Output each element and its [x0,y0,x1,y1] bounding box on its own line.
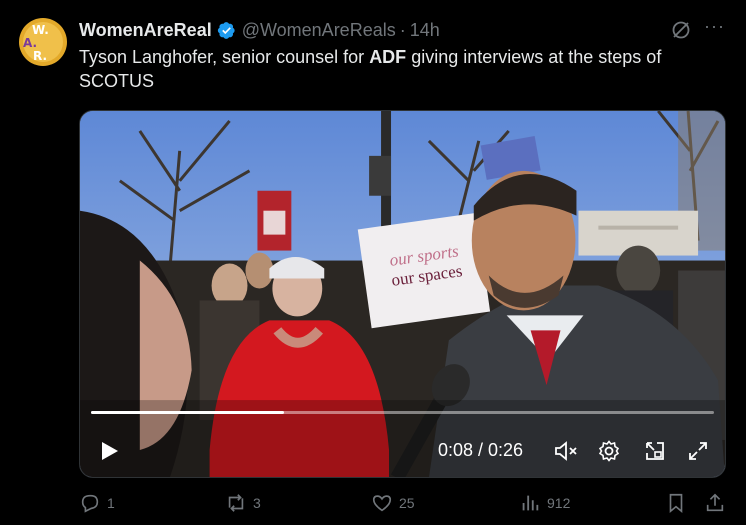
reply-count: 1 [107,495,115,511]
avatar-letter-a: A. [23,36,38,50]
play-icon[interactable] [98,440,120,462]
avatar-letter-r: R. [33,49,48,63]
like-count: 25 [399,495,415,511]
bookmark-icon[interactable] [665,492,687,514]
display-name[interactable]: WomenAreReal [79,20,212,41]
avatar[interactable]: W. A. R. [19,18,67,66]
views-button[interactable]: 912 [519,492,570,514]
separator-dot: · [399,19,406,40]
video-frame [80,111,725,477]
repost-icon [228,494,244,512]
reply-icon [81,494,99,513]
reply-button[interactable]: 1 [79,492,115,514]
verified-badge-icon[interactable] [217,21,236,40]
fullscreen-icon[interactable] [686,439,710,463]
share-icon[interactable] [704,492,726,514]
tweet-header: WomenAreReal @WomenAreReals · 14h [79,19,440,41]
views-chart-icon [522,495,539,511]
avatar-letter-w: W. [32,23,49,37]
tweet-text-part1: Tyson Langhofer, senior counsel for [79,47,370,67]
video-time: 0:08 / 0:26 [438,440,524,460]
picture-in-picture-icon[interactable] [643,439,667,463]
repost-count: 3 [253,495,261,511]
tweet-actions: 1 3 25 912 [79,492,729,522]
more-options-icon[interactable]: ··· [704,16,725,37]
like-button[interactable]: 25 [371,492,415,514]
tweet-text: Tyson Langhofer, senior counsel for ADF … [79,45,719,93]
video-player[interactable]: our sports our spaces 0:08 / 0:26 [79,110,726,478]
tweet-text-bold: ADF [369,47,407,67]
grok-icon[interactable] [671,20,691,40]
timestamp[interactable]: 14h [410,20,440,41]
handle[interactable]: @WomenAreReals [242,20,396,41]
heart-icon [372,495,392,512]
video-controls: 0:08 / 0:26 [80,426,725,476]
repost-button[interactable]: 3 [225,492,261,514]
settings-gear-icon[interactable] [597,439,621,463]
mute-icon[interactable] [553,439,579,463]
video-progress-bar[interactable] [91,411,714,414]
video-progress-fill [91,411,285,414]
views-count: 912 [547,495,571,511]
